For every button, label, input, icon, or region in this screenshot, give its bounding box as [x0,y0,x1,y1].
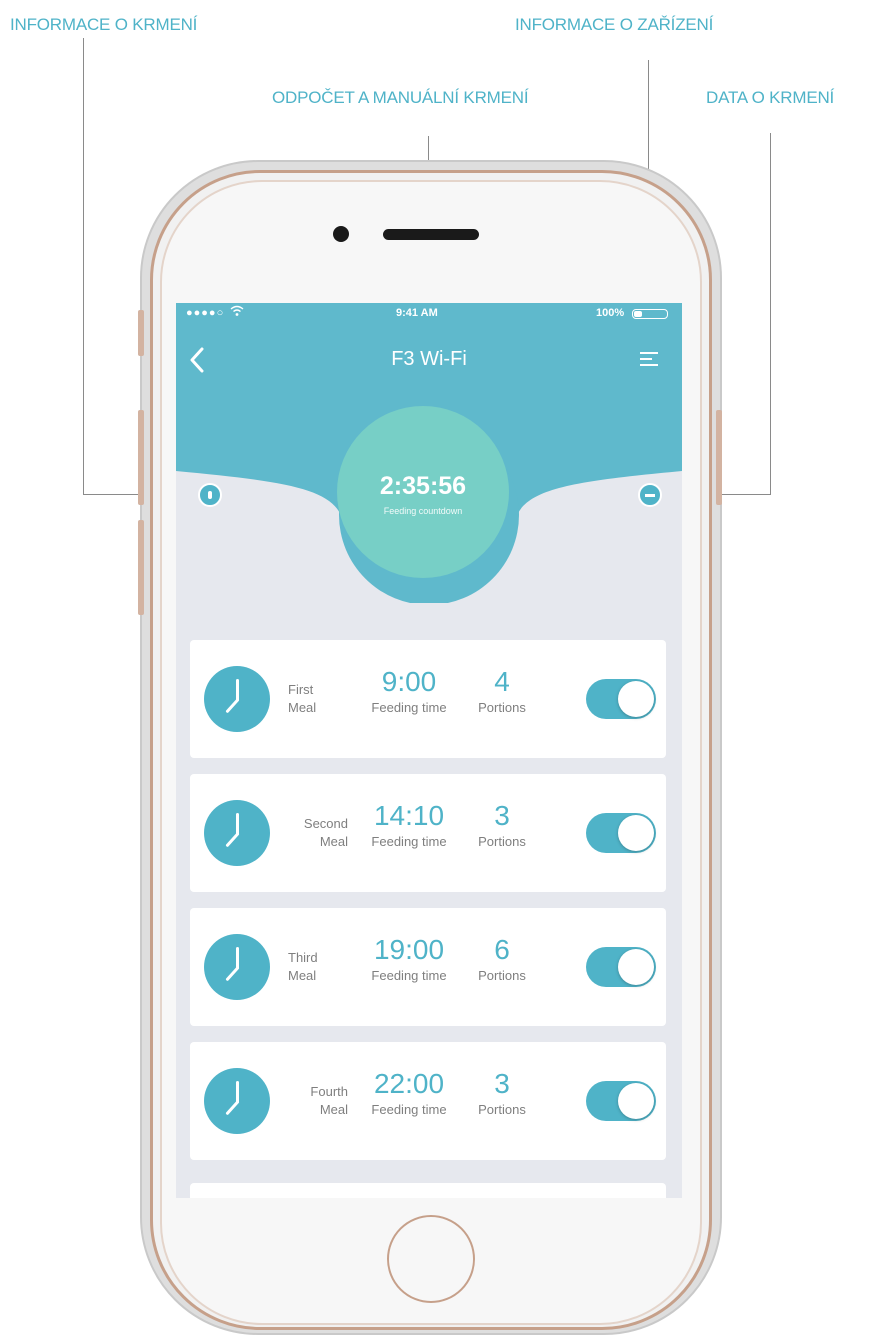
meal-card-partial [190,1183,666,1198]
callout-device-info: INFORMACE O ZAŘÍZENÍ [515,15,714,34]
earpiece-speaker [383,229,479,240]
page-title: F3 Wi-Fi [391,348,467,370]
feeding-info-button[interactable] [198,483,222,507]
meal-time-label: Feeding time [371,700,447,715]
meal-card: Second Meal 14:10 Feeding time 3 Portion… [190,774,666,892]
clock-icon [204,666,270,732]
front-camera [333,226,349,242]
battery-percent: 100% [596,307,625,319]
clock-icon [204,800,270,866]
device-info-settings-icon[interactable] [640,349,658,367]
meal-portions-label: Portions [478,700,526,715]
meal-portions-label: Portions [478,968,526,983]
meal-name-line2: Meal [319,1102,348,1117]
toggle-knob [618,815,654,851]
status-time: 9:41 AM [396,307,438,319]
meal-name-line1: Second [303,816,348,831]
feeding-data-button[interactable] [638,483,662,507]
meal-enable-toggle[interactable] [586,813,656,853]
clock-icon [204,934,270,1000]
meal-time[interactable]: 9:00 [354,666,464,698]
meal-name-line1: Fourth [310,1084,348,1099]
meal-enable-toggle[interactable] [586,679,656,719]
leader-line-feeding-info [83,38,84,495]
meal-portions-label: Portions [478,1102,526,1117]
phone-mute-switch [138,310,144,356]
status-bar: ●●●●○ 9:41 AM 100% [176,303,682,323]
meal-enable-toggle[interactable] [586,1081,656,1121]
meal-name: Fourth Meal [270,1083,348,1119]
meal-time-label: Feeding time [371,1102,447,1117]
meal-card: Fourth Meal 22:00 Feeding time 3 Portion… [190,1042,666,1160]
countdown-manual-feed-button[interactable]: 2:35:56 Feeding countdown [337,406,509,578]
clock-icon [204,1068,270,1134]
meal-portions-label: Portions [478,834,526,849]
wifi-icon [230,305,244,320]
meal-enable-toggle[interactable] [586,947,656,987]
meal-name: Second Meal [270,815,348,851]
meal-portions[interactable]: 6 [462,934,542,966]
callout-feeding-info: INFORMACE O KRMENÍ [10,15,198,34]
meal-time[interactable]: 22:00 [354,1068,464,1100]
meal-name-line2: Meal [319,834,348,849]
home-button[interactable] [387,1215,475,1303]
toggle-knob [618,1083,654,1119]
phone-power-button [716,410,722,505]
meal-portions[interactable]: 3 [462,1068,542,1100]
meal-time-label: Feeding time [371,834,447,849]
toggle-knob [618,681,654,717]
phone-volume-down [138,520,144,615]
meal-time-label: Feeding time [371,968,447,983]
signal-strength: ●●●●○ [186,307,225,319]
toggle-knob [618,949,654,985]
app-screen: ●●●●○ 9:41 AM 100% F3 Wi-Fi 2:35:56 Feed… [176,303,682,1198]
callout-feeding-data: DATA O KRMENÍ [706,88,835,107]
leader-line-feeding-data [770,133,771,495]
meal-portions[interactable]: 3 [462,800,542,832]
battery-icon [632,309,668,319]
countdown-label: Feeding countdown [383,506,463,516]
meal-card: First Meal 9:00 Feeding time 4 Portions [190,640,666,758]
meal-time[interactable]: 14:10 [354,800,464,832]
callout-countdown-manual: ODPOČET A MANUÁLNÍ KRMENÍ [272,88,529,107]
countdown-time: 2:35:56 [379,472,467,500]
meal-portions[interactable]: 4 [462,666,542,698]
meal-card: Third Meal 19:00 Feeding time 6 Portions [190,908,666,1026]
phone-volume-up [138,410,144,505]
meal-time[interactable]: 19:00 [354,934,464,966]
